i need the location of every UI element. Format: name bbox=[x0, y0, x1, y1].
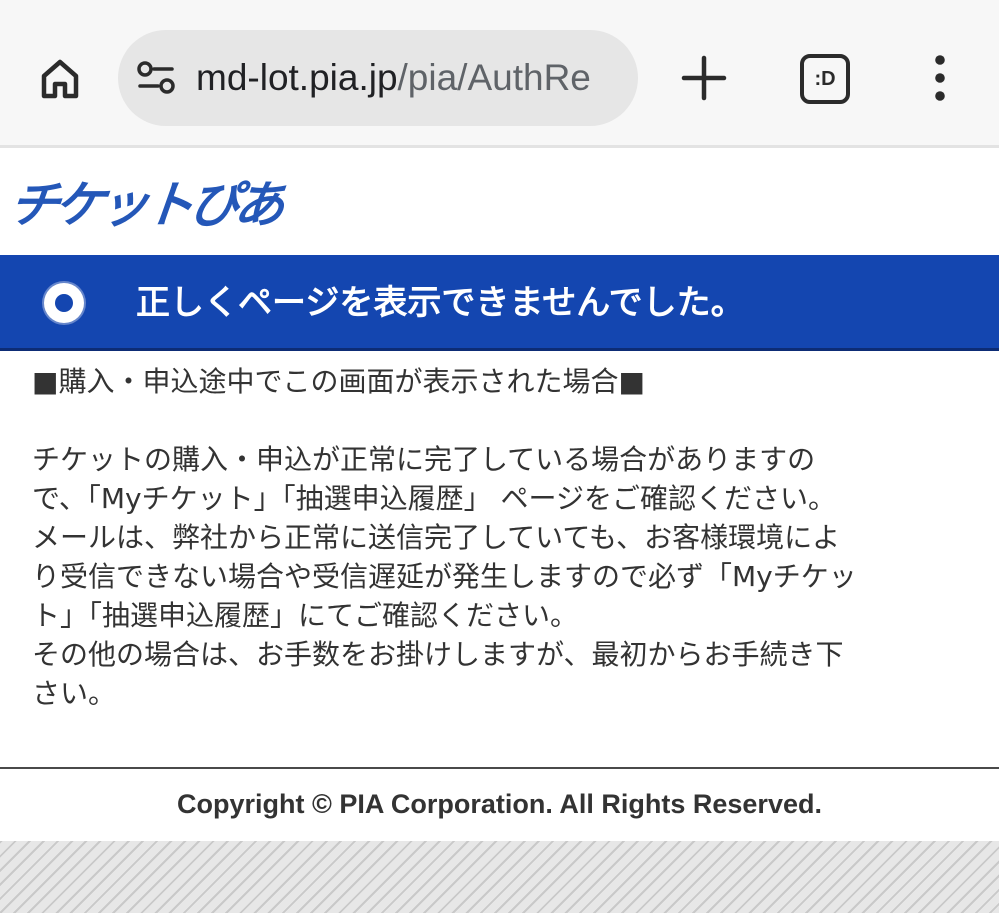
address-bar[interactable]: md-lot.pia.jp/pia/AuthRe bbox=[118, 30, 638, 126]
tab-switcher-button[interactable]: :D bbox=[800, 54, 850, 104]
tab-switcher-label: :D bbox=[814, 67, 836, 90]
url-text: md-lot.pia.jp/pia/AuthRe bbox=[196, 54, 591, 102]
circle-bullet-icon bbox=[44, 283, 84, 323]
plus-icon[interactable] bbox=[678, 52, 730, 104]
tune-icon[interactable] bbox=[136, 60, 176, 96]
paragraph-line: その他の場合は、お手数をお掛けしますが、最初からお手続き下 bbox=[32, 638, 844, 671]
error-title: 正しくページを表示できませんでした。 bbox=[136, 283, 745, 323]
copyright-text: Copyright © PIA Corporation. All Rights … bbox=[177, 789, 822, 819]
paragraph-line: り受信できない場合や受信遅延が発生しますので必ず「Myチケッ bbox=[32, 560, 857, 593]
striped-background bbox=[0, 841, 999, 913]
home-icon[interactable] bbox=[32, 50, 88, 106]
site-header: チケットぴあ bbox=[0, 151, 999, 255]
paragraph-line: チケットの購入・申込が正常に完了している場合がありますの bbox=[32, 443, 816, 476]
footer: Copyright © PIA Corporation. All Rights … bbox=[0, 769, 999, 841]
paragraph-line: さい。 bbox=[32, 677, 117, 710]
instruction-paragraph: チケットの購入・申込が正常に完了している場合がありますの で、「Myチケット」「… bbox=[32, 440, 962, 713]
message-content: ■購入・申込途中でこの画面が表示された場合■ チケットの購入・申込が正常に完了し… bbox=[32, 362, 962, 713]
paragraph-line: で、「Myチケット」「抽選申込履歴」 ページをご確認ください。 bbox=[32, 482, 836, 515]
paragraph-line: メールは、弊社から正常に送信完了していても、お客様環境によ bbox=[32, 521, 841, 554]
paragraph-line: ト」「抽選申込履歴」にてご確認ください。 bbox=[32, 599, 579, 632]
site-logo[interactable]: チケットぴあ bbox=[6, 165, 284, 237]
browser-toolbar: md-lot.pia.jp/pia/AuthRe :D bbox=[0, 0, 999, 148]
more-vert-icon[interactable] bbox=[920, 52, 960, 104]
error-banner: 正しくページを表示できませんでした。 bbox=[0, 255, 999, 351]
url-path: /pia/AuthRe bbox=[397, 57, 591, 98]
url-host: md-lot.pia.jp bbox=[196, 57, 398, 98]
section-heading: ■購入・申込途中でこの画面が表示された場合■ bbox=[32, 365, 645, 398]
